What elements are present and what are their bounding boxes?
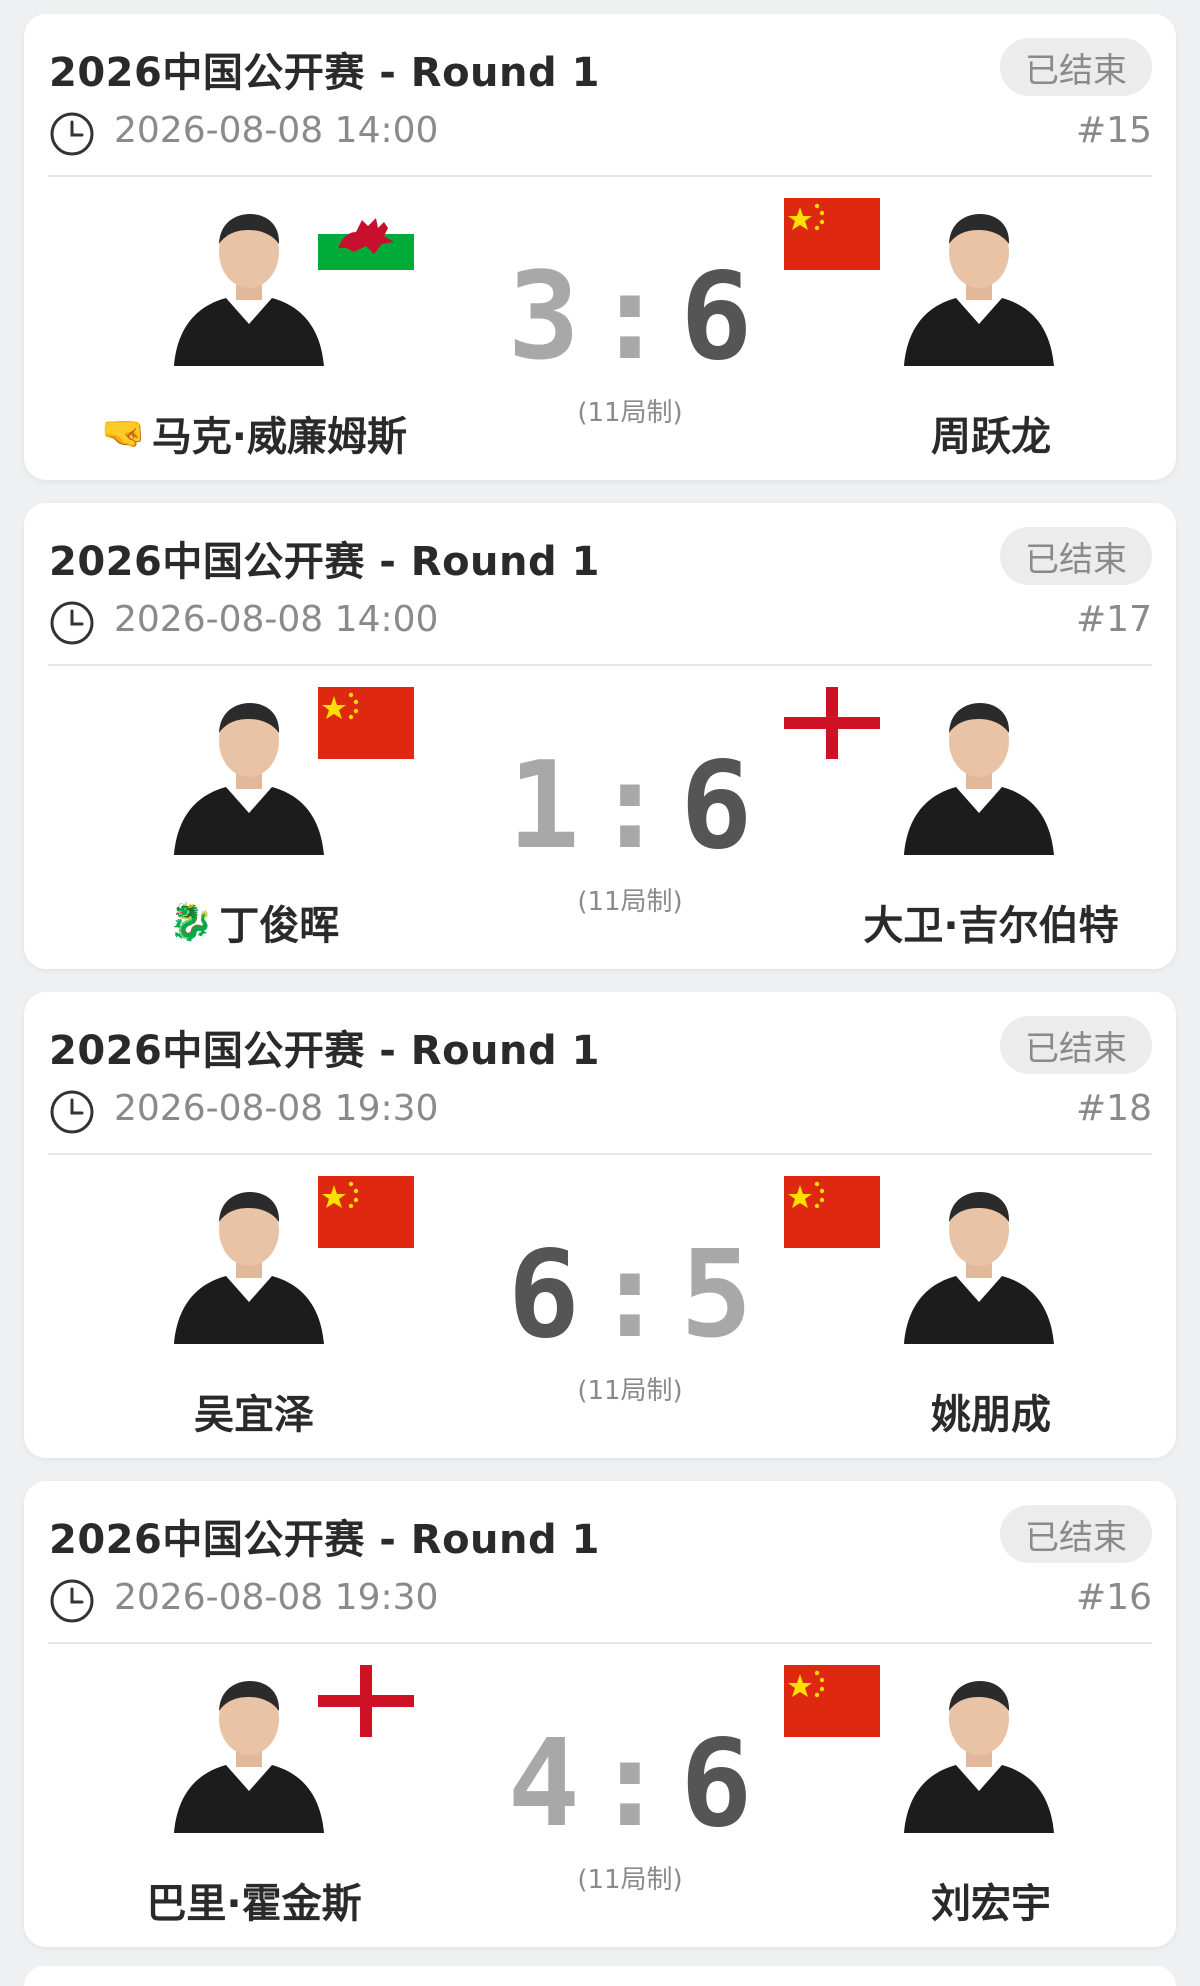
divider (48, 664, 1152, 666)
score-separator: : (593, 737, 667, 876)
england-flag-icon (784, 687, 880, 759)
player-name-text: 周跃龙 (931, 414, 1051, 460)
match-number: #16 (1076, 1577, 1152, 1618)
status-badge: 已结束 (1000, 38, 1152, 96)
score-left: 6 (507, 1226, 580, 1365)
china-flag-icon (318, 687, 414, 759)
china-flag-icon (784, 1665, 880, 1737)
player-photo-right[interactable] (894, 200, 1064, 366)
match-time: 2026-08-08 19:30 (114, 1088, 439, 1129)
match-card[interactable]: 2026中国公开赛 - Round 1 已结束 2026-08-08 14:00… (24, 14, 1176, 480)
match-format: (11局制) (577, 398, 683, 428)
clock-icon (49, 600, 95, 646)
score-separator: : (593, 1226, 667, 1365)
match-number: #15 (1076, 110, 1152, 151)
match-number: #17 (1076, 599, 1152, 640)
divider (48, 175, 1152, 177)
china-flag-icon (784, 1176, 880, 1248)
score-right: 6 (680, 737, 753, 876)
match-title: 2026中国公开赛 - Round 1 (49, 539, 600, 585)
match-time: 2026-08-08 14:00 (114, 110, 439, 151)
player-name-left[interactable]: 吴宜泽 (24, 1382, 484, 1440)
score: 6:5 (480, 1236, 780, 1356)
match-card[interactable]: 2026中国公开赛 - Round 1 已结束 2026-08-08 14:00… (24, 503, 1176, 969)
match-format: (11局制) (577, 887, 683, 917)
score-left: 1 (507, 737, 580, 876)
match-time: 2026-08-08 19:30 (114, 1577, 439, 1618)
player-photo-right[interactable] (894, 1667, 1064, 1833)
player-name-text: 巴里·霍金斯 (146, 1881, 362, 1927)
score-separator: : (593, 248, 667, 387)
match-number: #18 (1076, 1088, 1152, 1129)
player-name-text: 马克·威廉姆斯 (151, 414, 408, 460)
next-card-edge (24, 1966, 1176, 1986)
clock-icon (49, 1578, 95, 1624)
score-left: 3 (507, 248, 580, 387)
match-card[interactable]: 2026中国公开赛 - Round 1 已结束 2026-08-08 19:30… (24, 992, 1176, 1458)
england-flag-icon (318, 1665, 414, 1737)
score-right: 6 (680, 248, 753, 387)
player-photo-left[interactable] (164, 200, 334, 366)
match-card[interactable]: 2026中国公开赛 - Round 1 已结束 2026-08-08 19:30… (24, 1481, 1176, 1947)
score-right: 6 (680, 1715, 753, 1854)
player-name-left[interactable]: 巴里·霍金斯 (24, 1871, 484, 1929)
score: 4:6 (480, 1725, 780, 1845)
china-flag-icon (318, 1176, 414, 1248)
player-name-right[interactable]: 姚朋成 (776, 1382, 1200, 1440)
score: 3:6 (480, 258, 780, 378)
status-badge: 已结束 (1000, 1016, 1152, 1074)
player-photo-right[interactable] (894, 1178, 1064, 1344)
score: 1:6 (480, 747, 780, 867)
player-photo-right[interactable] (894, 689, 1064, 855)
match-time: 2026-08-08 14:00 (114, 599, 439, 640)
player-name-text: 吴宜泽 (194, 1392, 314, 1438)
match-format: (11局制) (577, 1865, 683, 1895)
china-flag-icon (784, 198, 880, 270)
dragon-emoji-icon: 🐉 (168, 902, 214, 943)
match-title: 2026中国公开赛 - Round 1 (49, 50, 600, 96)
player-photo-left[interactable] (164, 689, 334, 855)
player-name-right[interactable]: 刘宏宇 (776, 1871, 1200, 1929)
status-badge: 已结束 (1000, 527, 1152, 585)
divider (48, 1153, 1152, 1155)
wales-flag-icon (318, 198, 414, 270)
match-format: (11局制) (577, 1376, 683, 1406)
player-photo-left[interactable] (164, 1178, 334, 1344)
player-name-text: 刘宏宇 (931, 1881, 1051, 1927)
player-name-text: 姚朋成 (931, 1392, 1051, 1438)
divider (48, 1642, 1152, 1644)
player-photo-left[interactable] (164, 1667, 334, 1833)
player-name-text: 大卫·吉尔伯特 (863, 903, 1119, 949)
score-right: 5 (680, 1226, 753, 1365)
score-separator: : (593, 1715, 667, 1854)
score-left: 4 (507, 1715, 580, 1854)
status-badge: 已结束 (1000, 1505, 1152, 1563)
match-title: 2026中国公开赛 - Round 1 (49, 1517, 600, 1563)
player-name-text: 丁俊晖 (219, 903, 340, 949)
player-name-right[interactable]: 大卫·吉尔伯特 (776, 893, 1200, 951)
match-title: 2026中国公开赛 - Round 1 (49, 1028, 600, 1074)
player-name-left[interactable]: 🐉 丁俊晖 (24, 893, 484, 951)
clock-icon (49, 1089, 95, 1135)
player-name-left[interactable]: 🤜 马克·威廉姆斯 (24, 404, 484, 462)
clock-icon (49, 111, 95, 157)
player-name-right[interactable]: 周跃龙 (776, 404, 1200, 462)
fist-emoji-icon: 🤜 (100, 413, 146, 454)
